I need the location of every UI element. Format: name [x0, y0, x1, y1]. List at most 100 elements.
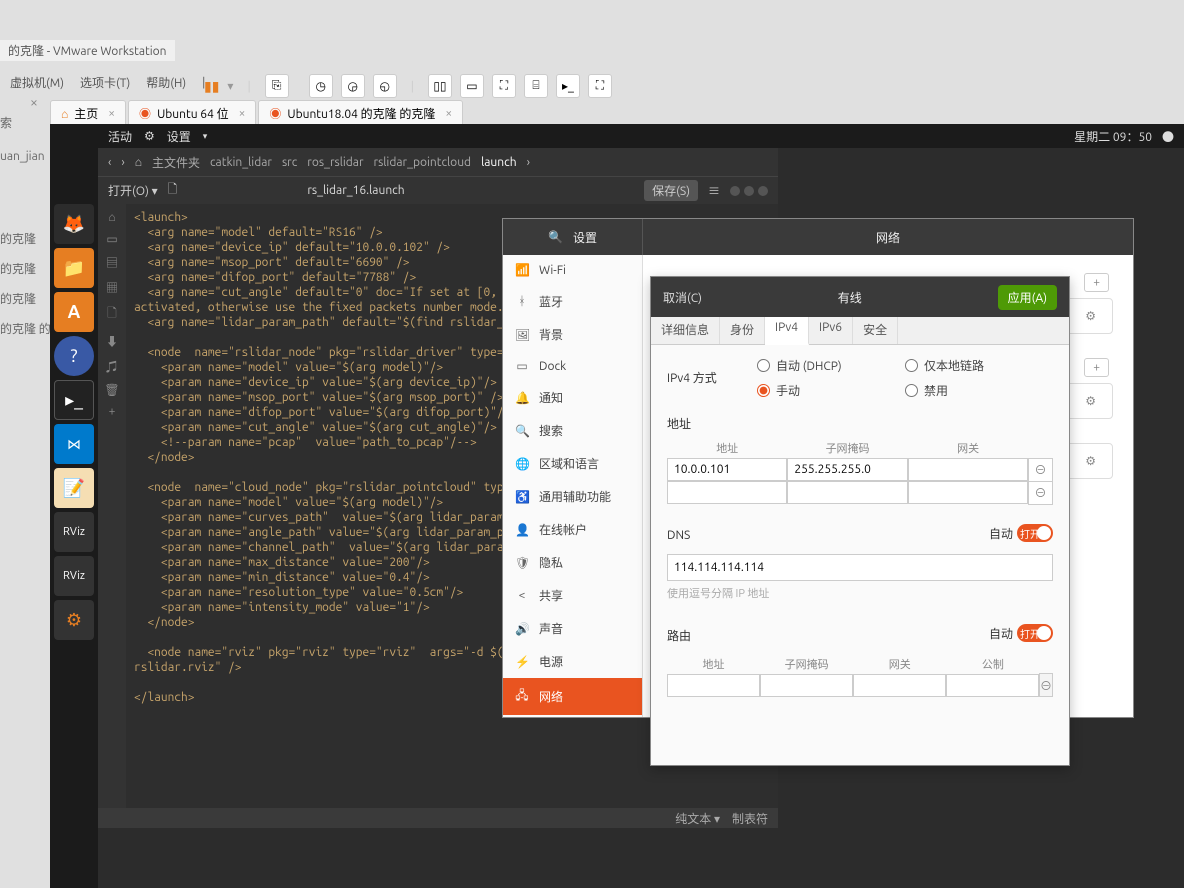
crumb-4[interactable]: rslidar_pointcloud — [374, 156, 472, 169]
crumb-1[interactable]: catkin_lidar — [210, 156, 272, 169]
sidebar-item-search[interactable]: 🔍搜索 — [503, 414, 642, 447]
dock-text-editor-icon[interactable]: 📝 — [54, 468, 94, 508]
address-input-2[interactable] — [667, 481, 787, 504]
radio-manual[interactable]: 手动 — [757, 382, 905, 399]
tab-close-icon[interactable]: × — [445, 107, 452, 120]
layout-icon-2[interactable]: ▭ — [460, 74, 484, 98]
vm-tab-home[interactable]: ⌂ 主页 × — [50, 100, 126, 127]
window-close-icon[interactable] — [758, 186, 768, 196]
crumb-2[interactable]: src — [282, 156, 297, 169]
console-icon[interactable]: ▸_ — [556, 74, 580, 98]
sidebar-item-network[interactable]: 🖧网络 — [503, 678, 642, 715]
dock-settings-icon[interactable]: ⚙ — [54, 600, 94, 640]
crumb-5[interactable]: launch — [481, 156, 516, 169]
add-vpn-icon[interactable]: + — [1084, 358, 1109, 377]
tool-icon-3[interactable]: ◵ — [373, 74, 397, 98]
fullscreen-icon[interactable]: ⛶ — [588, 74, 612, 98]
tool-icon-1[interactable]: ◷ — [309, 74, 333, 98]
menu-help[interactable]: 帮助(H) — [146, 74, 186, 91]
sidebar-home-icon[interactable]: ⌂ — [108, 210, 115, 224]
menu-vm[interactable]: 虚拟机(M) — [10, 74, 64, 91]
route-addr-input[interactable] — [667, 674, 760, 697]
address-input[interactable] — [667, 458, 787, 481]
vm-tab-ubuntu[interactable]: ◉ Ubuntu 64 位 × — [128, 100, 256, 127]
tab-close-icon[interactable]: × — [108, 107, 115, 120]
sidebar-item-dock[interactable]: ▭Dock — [503, 351, 642, 381]
route-auto-switch[interactable]: 自动 打开 — [989, 624, 1053, 642]
dock-firefox-icon[interactable]: 🦊 — [54, 204, 94, 244]
window-maximize-icon[interactable] — [744, 186, 754, 196]
radio-dhcp[interactable]: 自动 (DHCP) — [757, 357, 905, 374]
dock-software-icon[interactable]: A — [54, 292, 94, 332]
sidebar-video-icon[interactable]: ▤ — [106, 254, 118, 271]
pause-icon[interactable]: ▮▮ — [204, 78, 219, 95]
layout-icon-4[interactable]: ⌸ — [524, 74, 548, 98]
tab-ipv4[interactable]: IPv4 — [765, 317, 809, 345]
apply-button[interactable]: 应用(A) — [998, 285, 1057, 310]
delete-route-icon[interactable]: ⊖ — [1039, 674, 1052, 697]
dock-help-icon[interactable]: ? — [54, 336, 94, 376]
sidebar-trash-icon[interactable]: 🗑 — [104, 383, 119, 397]
nav-back-icon[interactable]: ‹ — [108, 156, 111, 169]
sidebar-music-icon[interactable]: ♫ — [106, 358, 118, 375]
sidebar-close-icon[interactable]: × — [30, 94, 38, 110]
radio-disable[interactable]: 禁用 — [905, 382, 1053, 399]
menu-tabs[interactable]: 选项卡(T) — [80, 74, 130, 91]
window-minimize-icon[interactable] — [730, 186, 740, 196]
tab-security[interactable]: 安全 — [853, 317, 898, 344]
search-icon[interactable]: 🔍 — [548, 230, 563, 244]
sidebar-pictures-icon[interactable]: ▦ — [106, 279, 118, 296]
save-button[interactable]: 保存(S) — [644, 180, 698, 201]
sidebar-item-sharing[interactable]: <共享 — [503, 579, 642, 612]
sidebar-item-region[interactable]: 🌐区域和语言 — [503, 447, 642, 480]
current-app-label[interactable]: 设置 — [167, 128, 191, 145]
radio-linklocal[interactable]: 仅本地链路 — [905, 357, 1053, 374]
open-button[interactable]: 打开(O) ▾ — [108, 182, 158, 199]
gear-icon[interactable]: ⚙ — [1085, 394, 1096, 408]
add-connection-icon[interactable]: + — [1084, 273, 1109, 292]
clock-label[interactable]: 星期二 09：50 — [1074, 128, 1152, 145]
sidebar-add-icon[interactable]: + — [109, 405, 116, 418]
sidebar-item-power[interactable]: ⚡电源 — [503, 645, 642, 678]
netmask-input[interactable] — [787, 458, 907, 481]
dns-input[interactable] — [667, 554, 1053, 581]
cancel-button[interactable]: 取消(C) — [663, 289, 702, 306]
new-file-icon[interactable]: 🗋 — [168, 180, 178, 201]
gear-icon[interactable]: ⚙ — [1085, 454, 1096, 468]
dock-terminal-icon[interactable]: ▸_ — [54, 380, 94, 420]
dock-files-icon[interactable]: 📁 — [54, 248, 94, 288]
dock-rviz-icon-1[interactable]: RViz — [54, 512, 94, 552]
route-mask-input[interactable] — [760, 674, 853, 697]
delete-row-icon[interactable]: ⊖ — [1029, 481, 1053, 504]
sidebar-item-sound[interactable]: 🔊声音 — [503, 612, 642, 645]
sidebar-item-background[interactable]: 🖼背景 — [503, 318, 642, 351]
layout-icon-3[interactable]: ⛶ — [492, 74, 516, 98]
vm-tab-clone[interactable]: ◉ Ubuntu18.04 的克隆 的克隆 × — [258, 100, 463, 127]
sidebar-item-accessibility[interactable]: ♿通用辅助功能 — [503, 480, 642, 513]
activities-button[interactable]: 活动 — [108, 128, 132, 145]
dns-auto-switch[interactable]: 自动 打开 — [989, 524, 1053, 542]
status-language[interactable]: 纯文本 ▾ — [675, 810, 720, 827]
nav-forward-icon[interactable]: › — [121, 156, 124, 169]
sidebar-item-notifications[interactable]: 🔔通知 — [503, 381, 642, 414]
dock-vscode-icon[interactable]: ⋈ — [54, 424, 94, 464]
tab-close-icon[interactable]: × — [239, 107, 246, 120]
sidebar-item-bluetooth[interactable]: ᚼ蓝牙 — [503, 285, 642, 318]
tab-identity[interactable]: 身份 — [720, 317, 765, 344]
snapshot-icon[interactable]: ⎘ — [265, 74, 289, 98]
gateway-input[interactable] — [908, 458, 1028, 481]
tab-details[interactable]: 详细信息 — [651, 317, 720, 344]
route-gw-input[interactable] — [853, 674, 946, 697]
crumb-home[interactable]: 主文件夹 — [152, 154, 200, 171]
dock-rviz-icon-2[interactable]: RViz — [54, 556, 94, 596]
sidebar-downloads-icon[interactable]: ⬇ — [106, 333, 118, 350]
status-tabs[interactable]: 制表符 — [732, 810, 768, 827]
layout-icon-1[interactable]: ▯▯ — [428, 74, 452, 98]
delete-row-icon[interactable]: ⊖ — [1029, 458, 1053, 481]
home-icon[interactable]: ⌂ — [135, 155, 142, 169]
sidebar-item-privacy[interactable]: 🛡隐私 — [503, 546, 642, 579]
gateway-input-2[interactable] — [908, 481, 1028, 504]
hamburger-menu-icon[interactable]: ≡ — [708, 182, 720, 199]
crumb-3[interactable]: ros_rslidar — [307, 156, 363, 169]
netmask-input-2[interactable] — [787, 481, 907, 504]
